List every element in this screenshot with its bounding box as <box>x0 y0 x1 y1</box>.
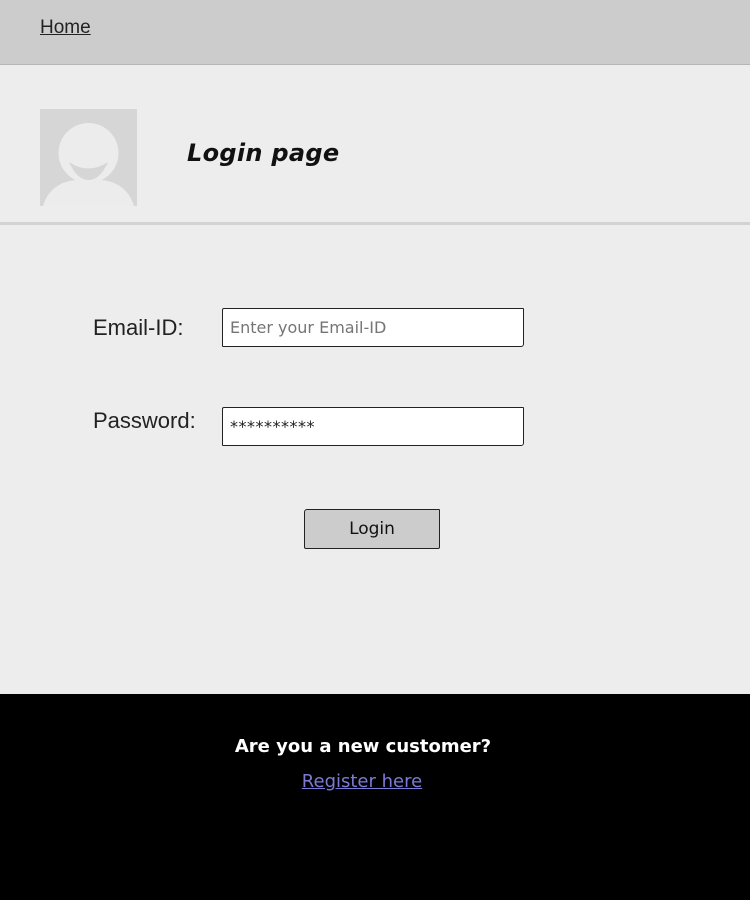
page-header: Login page <box>0 65 750 225</box>
page-title: Login page <box>187 139 340 167</box>
login-button[interactable]: Login <box>304 509 440 549</box>
footer: Are you a new customer? Register here <box>0 694 750 900</box>
avatar-icon <box>40 109 137 206</box>
email-field[interactable] <box>222 308 524 347</box>
password-field[interactable]: ********** <box>222 407 524 446</box>
top-nav-bar: Home <box>0 0 750 65</box>
register-link[interactable]: Register here <box>0 771 724 792</box>
new-customer-prompt: Are you a new customer? <box>234 736 492 757</box>
email-input[interactable] <box>230 309 516 346</box>
home-link[interactable]: Home <box>40 17 91 39</box>
email-label: Email-ID: <box>93 315 184 340</box>
password-label: Password: <box>93 408 196 433</box>
